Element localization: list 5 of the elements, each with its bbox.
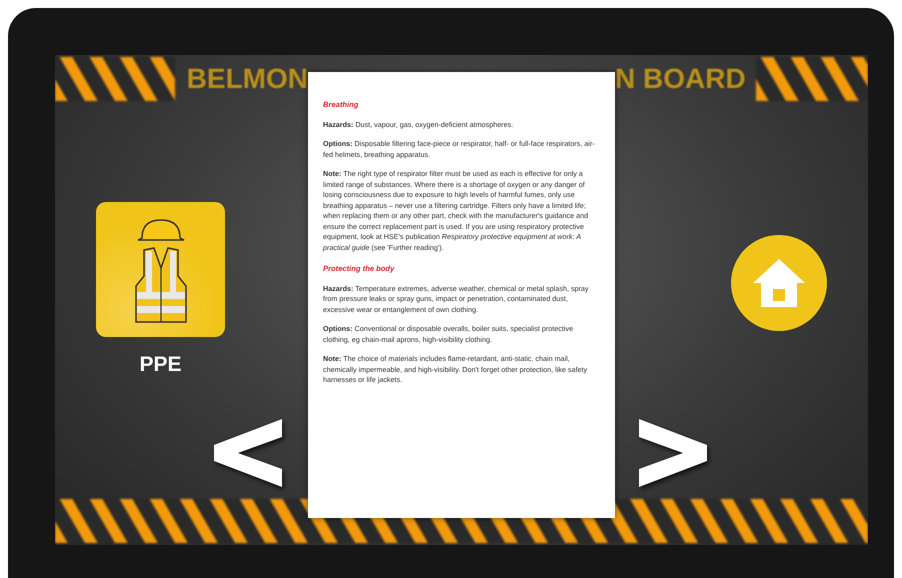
category-label: PPE: [139, 352, 182, 378]
board-title: N BOARD: [615, 62, 746, 96]
board-title: BELMON: [186, 62, 308, 96]
ppe-tile[interactable]: [96, 202, 225, 337]
house-icon: [751, 257, 807, 309]
